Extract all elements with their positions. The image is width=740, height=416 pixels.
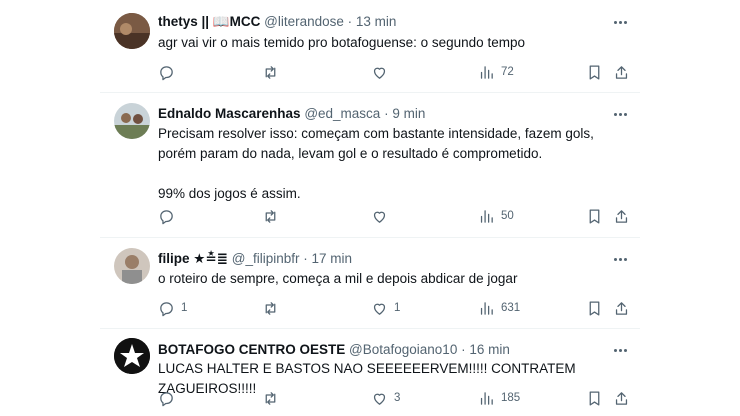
bookmark-button[interactable] [586,62,603,82]
handle[interactable]: @_filipinbfr [232,251,300,266]
tweet[interactable]: BOTAFOGO CENTRO OESTE @Botafogoiano10 · … [100,328,640,416]
tweet-header: Ednaldo Mascarenhas @ed_masca · 9 min [158,106,425,122]
views-chart-icon [480,65,493,79]
reply-button[interactable]: 1 [158,298,187,318]
share-button[interactable] [613,298,630,318]
tweet-text: o roteiro de sempre, começa a mil e depo… [158,271,518,286]
botafogo-star-logo [114,338,150,374]
avatar[interactable] [114,248,150,284]
bookmark-icon [589,390,600,406]
reply-count: 1 [181,302,188,314]
more-options-icon[interactable] [610,106,630,122]
timestamp[interactable]: 16 min [469,342,510,357]
retweet-icon [265,391,276,405]
display-name[interactable]: filipe ★≛≣ [158,251,228,266]
retweet-icon [265,301,276,315]
more-options-icon[interactable] [610,14,630,30]
avatar[interactable] [114,13,150,49]
separator-dot: · [303,251,312,266]
heart-icon [373,393,386,405]
views-button[interactable]: 72 [478,62,514,82]
reply-button[interactable] [158,206,181,226]
tweet[interactable]: Ednaldo Mascarenhas @ed_masca · 9 min Pr… [100,92,640,238]
more-options-icon[interactable] [610,251,630,267]
avatar-image [114,248,150,284]
display-name[interactable]: BOTAFOGO CENTRO OESTE [158,342,345,357]
timestamp[interactable]: 9 min [392,106,425,121]
tweet[interactable]: filipe ★≛≣ @_filipinbfr · 17 min o rotei… [100,237,640,329]
avatar-image [114,103,150,139]
share-icon [615,301,628,315]
reply-icon [160,301,173,316]
tweet-text: agr vai vir o mais temido pro botafoguen… [158,35,525,50]
view-count: 185 [501,392,521,404]
display-name[interactable]: thetys || 📖MCC [158,14,260,29]
avatar[interactable] [114,103,150,139]
handle[interactable]: @literandose [264,14,344,29]
share-icon [615,209,628,223]
reply-button[interactable] [158,62,181,82]
avatar-image [114,13,150,49]
action-bar: 3 185 [158,388,630,408]
view-count: 631 [501,302,521,314]
heart-icon [373,303,386,315]
share-icon [615,65,628,79]
retweet-button[interactable] [262,388,285,408]
views-chart-icon [480,391,493,405]
retweet-button[interactable] [262,62,285,82]
tweet-header: thetys || 📖MCC @literandose · 13 min [158,14,396,30]
views-chart-icon [480,209,493,223]
share-button[interactable] [613,206,630,226]
share-button[interactable] [613,62,630,82]
retweet-button[interactable] [262,298,285,318]
views-button[interactable]: 631 [478,298,520,318]
reply-icon [160,209,173,224]
separator-dot: · [347,14,356,29]
bookmark-icon [589,300,600,316]
like-button[interactable]: 1 [371,298,400,318]
reply-icon [160,391,173,406]
tweet-text: Precisam resolver isso: começam com bast… [158,126,594,201]
retweet-icon [265,65,276,79]
reply-icon [160,65,173,80]
like-count: 3 [394,392,401,404]
bookmark-icon [589,64,600,80]
bookmark-button[interactable] [586,298,603,318]
bookmark-button[interactable] [586,206,603,226]
heart-icon [373,211,386,223]
more-options-icon[interactable] [610,342,630,358]
share-button[interactable] [613,388,630,408]
tweet-header: BOTAFOGO CENTRO OESTE @Botafogoiano10 · … [158,342,510,358]
action-bar: 1 1 631 [158,298,630,318]
like-button[interactable] [371,206,394,226]
views-button[interactable]: 50 [478,206,514,226]
like-button[interactable]: 3 [371,388,400,408]
action-bar: 72 [158,62,630,82]
bookmark-button[interactable] [586,388,603,408]
avatar[interactable] [114,338,150,374]
tweet-header: filipe ★≛≣ @_filipinbfr · 17 min [158,251,352,267]
share-icon [615,391,628,405]
timestamp[interactable]: 13 min [356,14,397,29]
like-button[interactable] [371,62,394,82]
views-chart-icon [480,301,493,315]
tweet[interactable]: thetys || 📖MCC @literandose · 13 min agr… [100,0,640,93]
timestamp[interactable]: 17 min [312,251,353,266]
reply-button[interactable] [158,388,181,408]
action-bar: 50 [158,206,630,226]
bookmark-icon [589,208,600,224]
retweet-button[interactable] [262,206,285,226]
handle[interactable]: @ed_masca [304,106,380,121]
like-count: 1 [394,302,401,314]
display-name[interactable]: Ednaldo Mascarenhas [158,106,301,121]
view-count: 50 [501,210,514,222]
heart-icon [373,67,386,79]
views-button[interactable]: 185 [478,388,520,408]
view-count: 72 [501,66,514,78]
handle[interactable]: @Botafogoiano10 [349,342,457,357]
retweet-icon [265,209,276,223]
